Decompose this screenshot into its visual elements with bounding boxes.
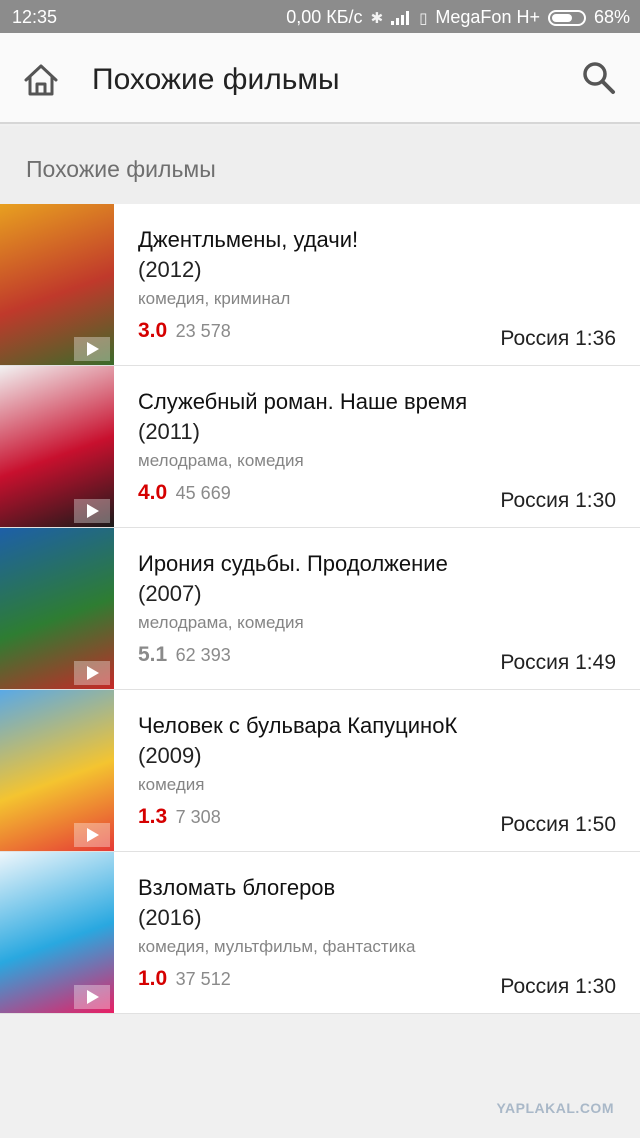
movie-poster[interactable] <box>0 528 114 689</box>
movie-country-duration: Россия 1:30 <box>500 489 616 512</box>
home-icon[interactable] <box>22 61 60 99</box>
movie-rating: 5.1 <box>138 643 168 666</box>
movie-country-duration: Россия 1:50 <box>500 813 616 836</box>
section-title: Похожие фильмы <box>26 156 216 182</box>
list-item[interactable]: Взломать блогеров (2016) комедия, мультф… <box>0 852 640 1014</box>
movie-genres: мелодрама, комедия <box>138 451 304 470</box>
movie-title[interactable]: Служебный роман. Наше время <box>138 388 620 416</box>
movie-genres: комедия <box>138 775 205 794</box>
status-bar: 12:35 0,00 КБ/с ✱ ▯ MegaFon H+ 68% <box>0 0 640 33</box>
play-icon[interactable] <box>74 499 110 523</box>
movie-votes: 23 578 <box>175 321 231 341</box>
app-bar: Похожие фильмы <box>0 33 640 124</box>
movie-country-duration: Россия 1:30 <box>500 975 616 998</box>
play-icon[interactable] <box>74 337 110 361</box>
movie-genres: комедия, мультфильм, фантастика <box>138 937 416 956</box>
list-item[interactable]: Служебный роман. Наше время (2011) мелод… <box>0 366 640 528</box>
movie-list: Джентльмены, удачи! (2012) комедия, крим… <box>0 204 640 1014</box>
movie-year: (2016) <box>138 905 202 930</box>
play-icon[interactable] <box>74 823 110 847</box>
status-right: 0,00 КБ/с ✱ ▯ MegaFon H+ 68% <box>286 7 630 28</box>
bluetooth-icon: ✱ <box>370 9 384 27</box>
movie-rating: 1.3 <box>138 805 168 828</box>
carrier-name: MegaFon H+ <box>435 7 540 27</box>
movie-rating: 3.0 <box>138 319 168 342</box>
list-item[interactable]: Ирония судьбы. Продолжение (2007) мелодр… <box>0 528 640 690</box>
movie-year: (2007) <box>138 581 202 606</box>
play-icon[interactable] <box>74 661 110 685</box>
movie-votes: 7 308 <box>175 807 221 827</box>
search-icon[interactable] <box>580 59 618 97</box>
movie-year: (2009) <box>138 743 202 768</box>
signal-icon <box>391 10 411 25</box>
signal-off-icon: ▯ <box>419 9 428 27</box>
status-time: 12:35 <box>12 7 58 27</box>
movie-year: (2011) <box>138 419 200 444</box>
movie-poster[interactable] <box>0 204 114 365</box>
battery-icon <box>547 9 586 26</box>
movie-rating: 1.0 <box>138 967 168 990</box>
movie-country-duration: Россия 1:49 <box>500 651 616 674</box>
movie-title[interactable]: Ирония судьбы. Продолжение <box>138 550 620 578</box>
watermark: YAPLAKAL.COM <box>496 1100 614 1116</box>
movie-votes: 62 393 <box>175 645 231 665</box>
movie-votes: 37 512 <box>175 969 231 989</box>
movie-votes: 45 669 <box>175 483 231 503</box>
list-item[interactable]: Человек с бульвара КапуциноК (2009) коме… <box>0 690 640 852</box>
movie-title[interactable]: Человек с бульвара КапуциноК <box>138 712 620 740</box>
page-title: Похожие фильмы <box>92 63 340 96</box>
movie-genres: комедия, криминал <box>138 289 291 308</box>
movie-rating: 4.0 <box>138 481 168 504</box>
movie-country-duration: Россия 1:36 <box>500 327 616 350</box>
movie-poster[interactable] <box>0 366 114 527</box>
movie-year: (2012) <box>138 257 202 282</box>
movie-title[interactable]: Джентльмены, удачи! <box>138 226 620 254</box>
movie-poster[interactable] <box>0 852 114 1013</box>
movie-title[interactable]: Взломать блогеров <box>138 874 620 902</box>
movie-genres: мелодрама, комедия <box>138 613 304 632</box>
network-speed: 0,00 КБ/с <box>286 7 363 27</box>
play-icon[interactable] <box>74 985 110 1009</box>
section-header: Похожие фильмы <box>0 126 640 204</box>
movie-poster[interactable] <box>0 690 114 851</box>
list-item[interactable]: Джентльмены, удачи! (2012) комедия, крим… <box>0 204 640 366</box>
battery-percent: 68% <box>593 7 630 27</box>
